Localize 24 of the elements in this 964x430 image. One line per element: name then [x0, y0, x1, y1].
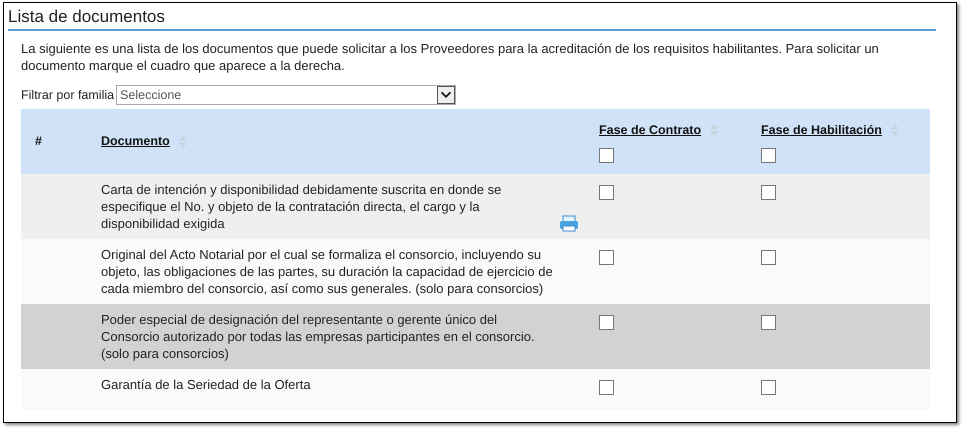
- checkbox[interactable]: [761, 315, 776, 330]
- document-name: Garantía de la Seriedad de la Oferta: [101, 376, 311, 393]
- checkbox[interactable]: [761, 185, 776, 200]
- document-name: Poder especial de designación del representante o gerente único del Consorcio autorizado por todas las empresas participantes en el consorcio. (solo para consorcios): [101, 311, 536, 362]
- checkbox[interactable]: [599, 315, 614, 330]
- section-title: Lista de documentos: [8, 6, 936, 31]
- family-dropdown[interactable]: Seleccione: [116, 85, 456, 105]
- filter-label: Filtrar por familia: [21, 86, 114, 104]
- column-header: #: [35, 133, 42, 150]
- checkbox[interactable]: [599, 250, 614, 265]
- checkbox[interactable]: [599, 148, 614, 163]
- checkbox[interactable]: [599, 380, 614, 395]
- column-header[interactable]: Fase de Contrato: [599, 121, 702, 140]
- checkbox[interactable]: [599, 185, 614, 200]
- document-name: Carta de intención y disponibilidad debidamente suscrita en donde se especifique el No. y objeto de la contratación directa, el cargo y la disponibilidad exigida: [101, 181, 502, 232]
- document-name: Original del Acto Notarial por el cual se formaliza el consorcio, incluyendo su objeto, las obligaciones de las partes, su duración la capacidad de ejercicio de cada miembro del consorcio, así como sus generales. (solo para consorcios): [101, 246, 554, 297]
- column-header[interactable]: Documento: [101, 132, 170, 151]
- printer-icon[interactable]: [559, 215, 579, 232]
- chevron-down-icon: [437, 86, 456, 104]
- intro-paragraph: La siguiente es una lista de los documentos que puede solicitar a los Proveedores para la acreditación de los requisitos habilitantes. Para solicitar un documento marque el cuadro que aparece a la derecha.: [21, 40, 880, 74]
- column-header[interactable]: Fase de Habilitación: [761, 121, 882, 140]
- checkbox[interactable]: [761, 148, 776, 163]
- checkbox[interactable]: [761, 380, 776, 395]
- checkbox[interactable]: [761, 250, 776, 265]
